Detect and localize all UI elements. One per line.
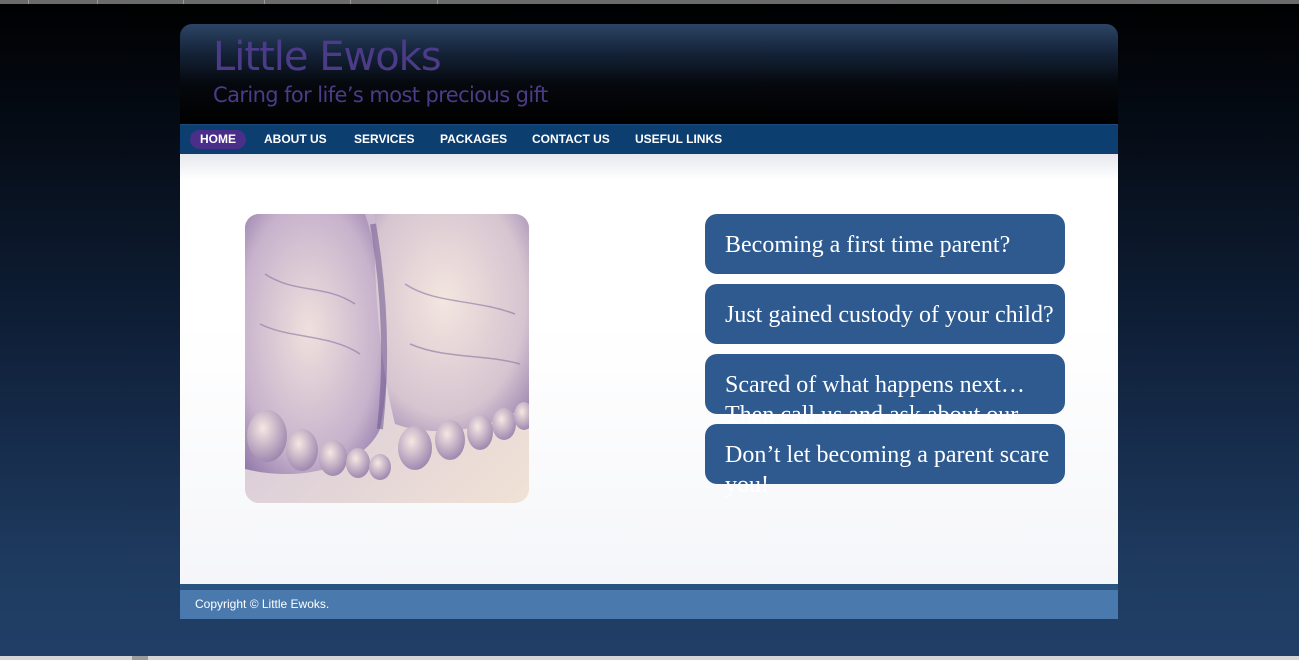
bubble-text: Don’t let becoming a parent scare you! bbox=[725, 442, 1050, 498]
message-bubble: Becoming a first time parent? bbox=[705, 214, 1065, 274]
nav-item-home[interactable]: HOME bbox=[190, 130, 246, 149]
message-bubble: Don’t let becoming a parent scare you! bbox=[705, 424, 1065, 498]
message-bubble: Just gained custody of your child? bbox=[705, 284, 1065, 344]
site-footer: Copyright © Little Ewoks. bbox=[180, 590, 1118, 619]
message-bubble: Scared of what happens next… Then call u… bbox=[705, 354, 1065, 458]
main-content: Becoming a first time parent? Just gaine… bbox=[180, 154, 1118, 584]
nav-item-contact-us[interactable]: CONTACT US bbox=[532, 130, 610, 149]
bubble-text: Becoming a first time parent? bbox=[725, 232, 1011, 258]
site-header: Little Ewoks Caring for life’s most prec… bbox=[180, 24, 1118, 124]
tab-divider bbox=[264, 0, 265, 4]
nav-item-services[interactable]: SERVICES bbox=[354, 130, 414, 149]
nav-item-useful-links[interactable]: USEFUL LINKS bbox=[635, 130, 722, 149]
nav-item-packages[interactable]: PACKAGES bbox=[440, 130, 507, 149]
main-nav: HOME ABOUT US SERVICES PACKAGES CONTACT … bbox=[180, 124, 1118, 155]
tab-divider bbox=[437, 0, 438, 4]
nav-item-about-us[interactable]: ABOUT US bbox=[264, 130, 327, 149]
baby-feet-photo bbox=[245, 214, 529, 503]
tab-divider bbox=[28, 0, 29, 4]
copyright-text: Copyright © Little Ewoks. bbox=[195, 597, 330, 611]
tab-divider bbox=[350, 0, 351, 4]
browser-tab-strip bbox=[0, 0, 1299, 4]
bubble-text: Just gained custody of your child? bbox=[725, 302, 1054, 328]
tab-divider bbox=[183, 0, 184, 4]
tab-divider bbox=[97, 0, 98, 4]
page-container: Little Ewoks Caring for life’s most prec… bbox=[180, 24, 1118, 619]
site-title[interactable]: Little Ewoks bbox=[213, 32, 442, 82]
site-tagline: Caring for life’s most precious gift bbox=[213, 83, 548, 107]
scroll-handle[interactable] bbox=[132, 656, 148, 660]
browser-bottom-bar bbox=[0, 656, 1299, 660]
